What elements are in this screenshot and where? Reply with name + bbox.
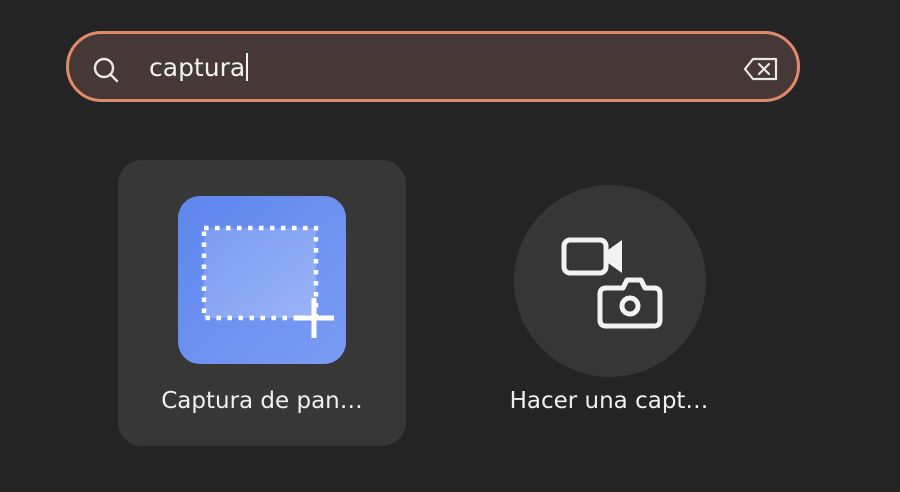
result-label: Captura de pan… [161, 388, 363, 414]
search-entry[interactable]: captura [66, 31, 800, 102]
clear-search-icon[interactable] [743, 56, 779, 82]
app-grid-search-overlay: captura Captura de pan… Hacer una capt… [0, 0, 900, 492]
result-label: Hacer una capt… [509, 388, 709, 414]
search-input[interactable]: captura [149, 50, 249, 86]
text-caret [246, 53, 249, 81]
result-tile-screenshot[interactable]: Captura de pan… [118, 160, 406, 446]
screenshot-app-icon [178, 196, 346, 364]
result-tile-take-screenshot[interactable]: Hacer una capt… [465, 160, 753, 446]
search-icon [93, 57, 119, 83]
screencast-camera-icon [514, 185, 706, 377]
search-input-text: captura [149, 53, 246, 82]
